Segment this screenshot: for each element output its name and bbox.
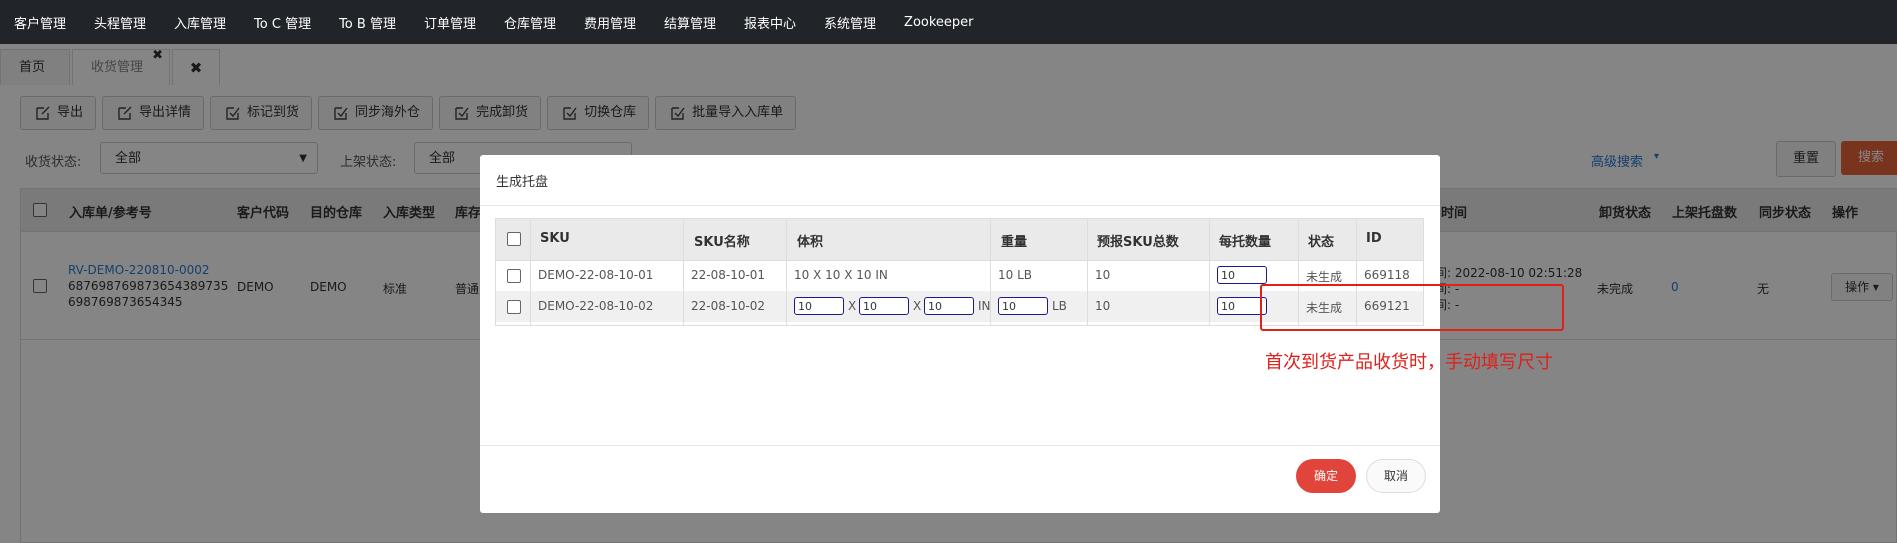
height-input[interactable]: 10 — [924, 297, 974, 315]
nav-system[interactable]: 系统管理 — [810, 13, 890, 32]
dim-separator: X — [913, 299, 922, 313]
volume: 10 X 10 X 10 IN — [794, 268, 888, 282]
sku-id: 669118 — [1364, 268, 1410, 282]
divider — [530, 219, 531, 325]
pallet-status: 未生成 — [1306, 270, 1343, 284]
dim-unit: IN — [978, 299, 991, 313]
divider — [1087, 219, 1088, 325]
top-nav: 客户管理 头程管理 入库管理 To C 管理 To B 管理 订单管理 仓库管理… — [0, 0, 1897, 44]
col-status: 状态 — [1308, 235, 1335, 250]
annotation-text: 首次到货产品收货时，手动填写尺寸 — [1265, 352, 1553, 373]
forecast-total: 10 — [1095, 268, 1111, 282]
divider — [786, 219, 787, 325]
nav-tob[interactable]: To B 管理 — [325, 13, 410, 32]
col-id: ID — [1366, 231, 1382, 246]
divider — [480, 445, 1440, 446]
sku-name: 22-08-10-02 — [691, 299, 766, 313]
nav-zookeeper[interactable]: Zookeeper — [890, 15, 987, 30]
pallet-table-header: SKU SKU名称 体积 重量 预报SKU总数 每托数量 状态 ID — [496, 219, 1423, 261]
divider — [683, 219, 684, 325]
nav-toc[interactable]: To C 管理 — [240, 13, 325, 32]
row-checkbox[interactable] — [507, 300, 521, 314]
nav-fees[interactable]: 费用管理 — [570, 13, 650, 32]
weight: 10 LB — [998, 268, 1033, 282]
col-volume: 体积 — [797, 235, 824, 250]
col-per-pallet: 每托数量 — [1219, 235, 1272, 250]
nav-reports[interactable]: 报表中心 — [730, 13, 810, 32]
col-forecast: 预报SKU总数 — [1097, 235, 1179, 250]
dim-separator: X — [848, 299, 857, 313]
per-pallet-input[interactable]: 10 — [1217, 266, 1267, 284]
dialog-title: 生成托盘 — [496, 175, 549, 190]
sku-code: DEMO-22-08-10-02 — [538, 299, 654, 313]
row-checkbox[interactable] — [507, 269, 521, 283]
sku-code: DEMO-22-08-10-01 — [538, 268, 654, 282]
width-input[interactable]: 10 — [859, 297, 909, 315]
sku-name: 22-08-10-01 — [691, 268, 766, 282]
weight-input[interactable]: 10 — [998, 297, 1048, 315]
cancel-button[interactable]: 取消 — [1366, 459, 1426, 493]
divider — [480, 205, 1440, 206]
nav-customer[interactable]: 客户管理 — [0, 13, 80, 32]
confirm-button[interactable]: 确定 — [1296, 459, 1356, 493]
divider — [1209, 219, 1210, 325]
select-all-checkbox[interactable] — [507, 232, 521, 246]
nav-warehouse[interactable]: 仓库管理 — [490, 13, 570, 32]
nav-orders[interactable]: 订单管理 — [410, 13, 490, 32]
divider — [990, 219, 991, 325]
forecast-total: 10 — [1095, 299, 1111, 313]
nav-settlement[interactable]: 结算管理 — [650, 13, 730, 32]
nav-first-leg[interactable]: 头程管理 — [80, 13, 160, 32]
col-sku-name: SKU名称 — [694, 235, 750, 250]
col-weight: 重量 — [1001, 235, 1028, 250]
col-sku: SKU — [540, 231, 570, 246]
generate-pallet-dialog: 生成托盘 SKU SKU名称 体积 重量 预报SKU总数 每托数量 状态 ID … — [480, 155, 1564, 513]
length-input[interactable]: 10 — [794, 297, 844, 315]
highlight-box — [1260, 284, 1564, 331]
nav-inbound[interactable]: 入库管理 — [160, 13, 240, 32]
weight-unit: LB — [1052, 299, 1067, 313]
